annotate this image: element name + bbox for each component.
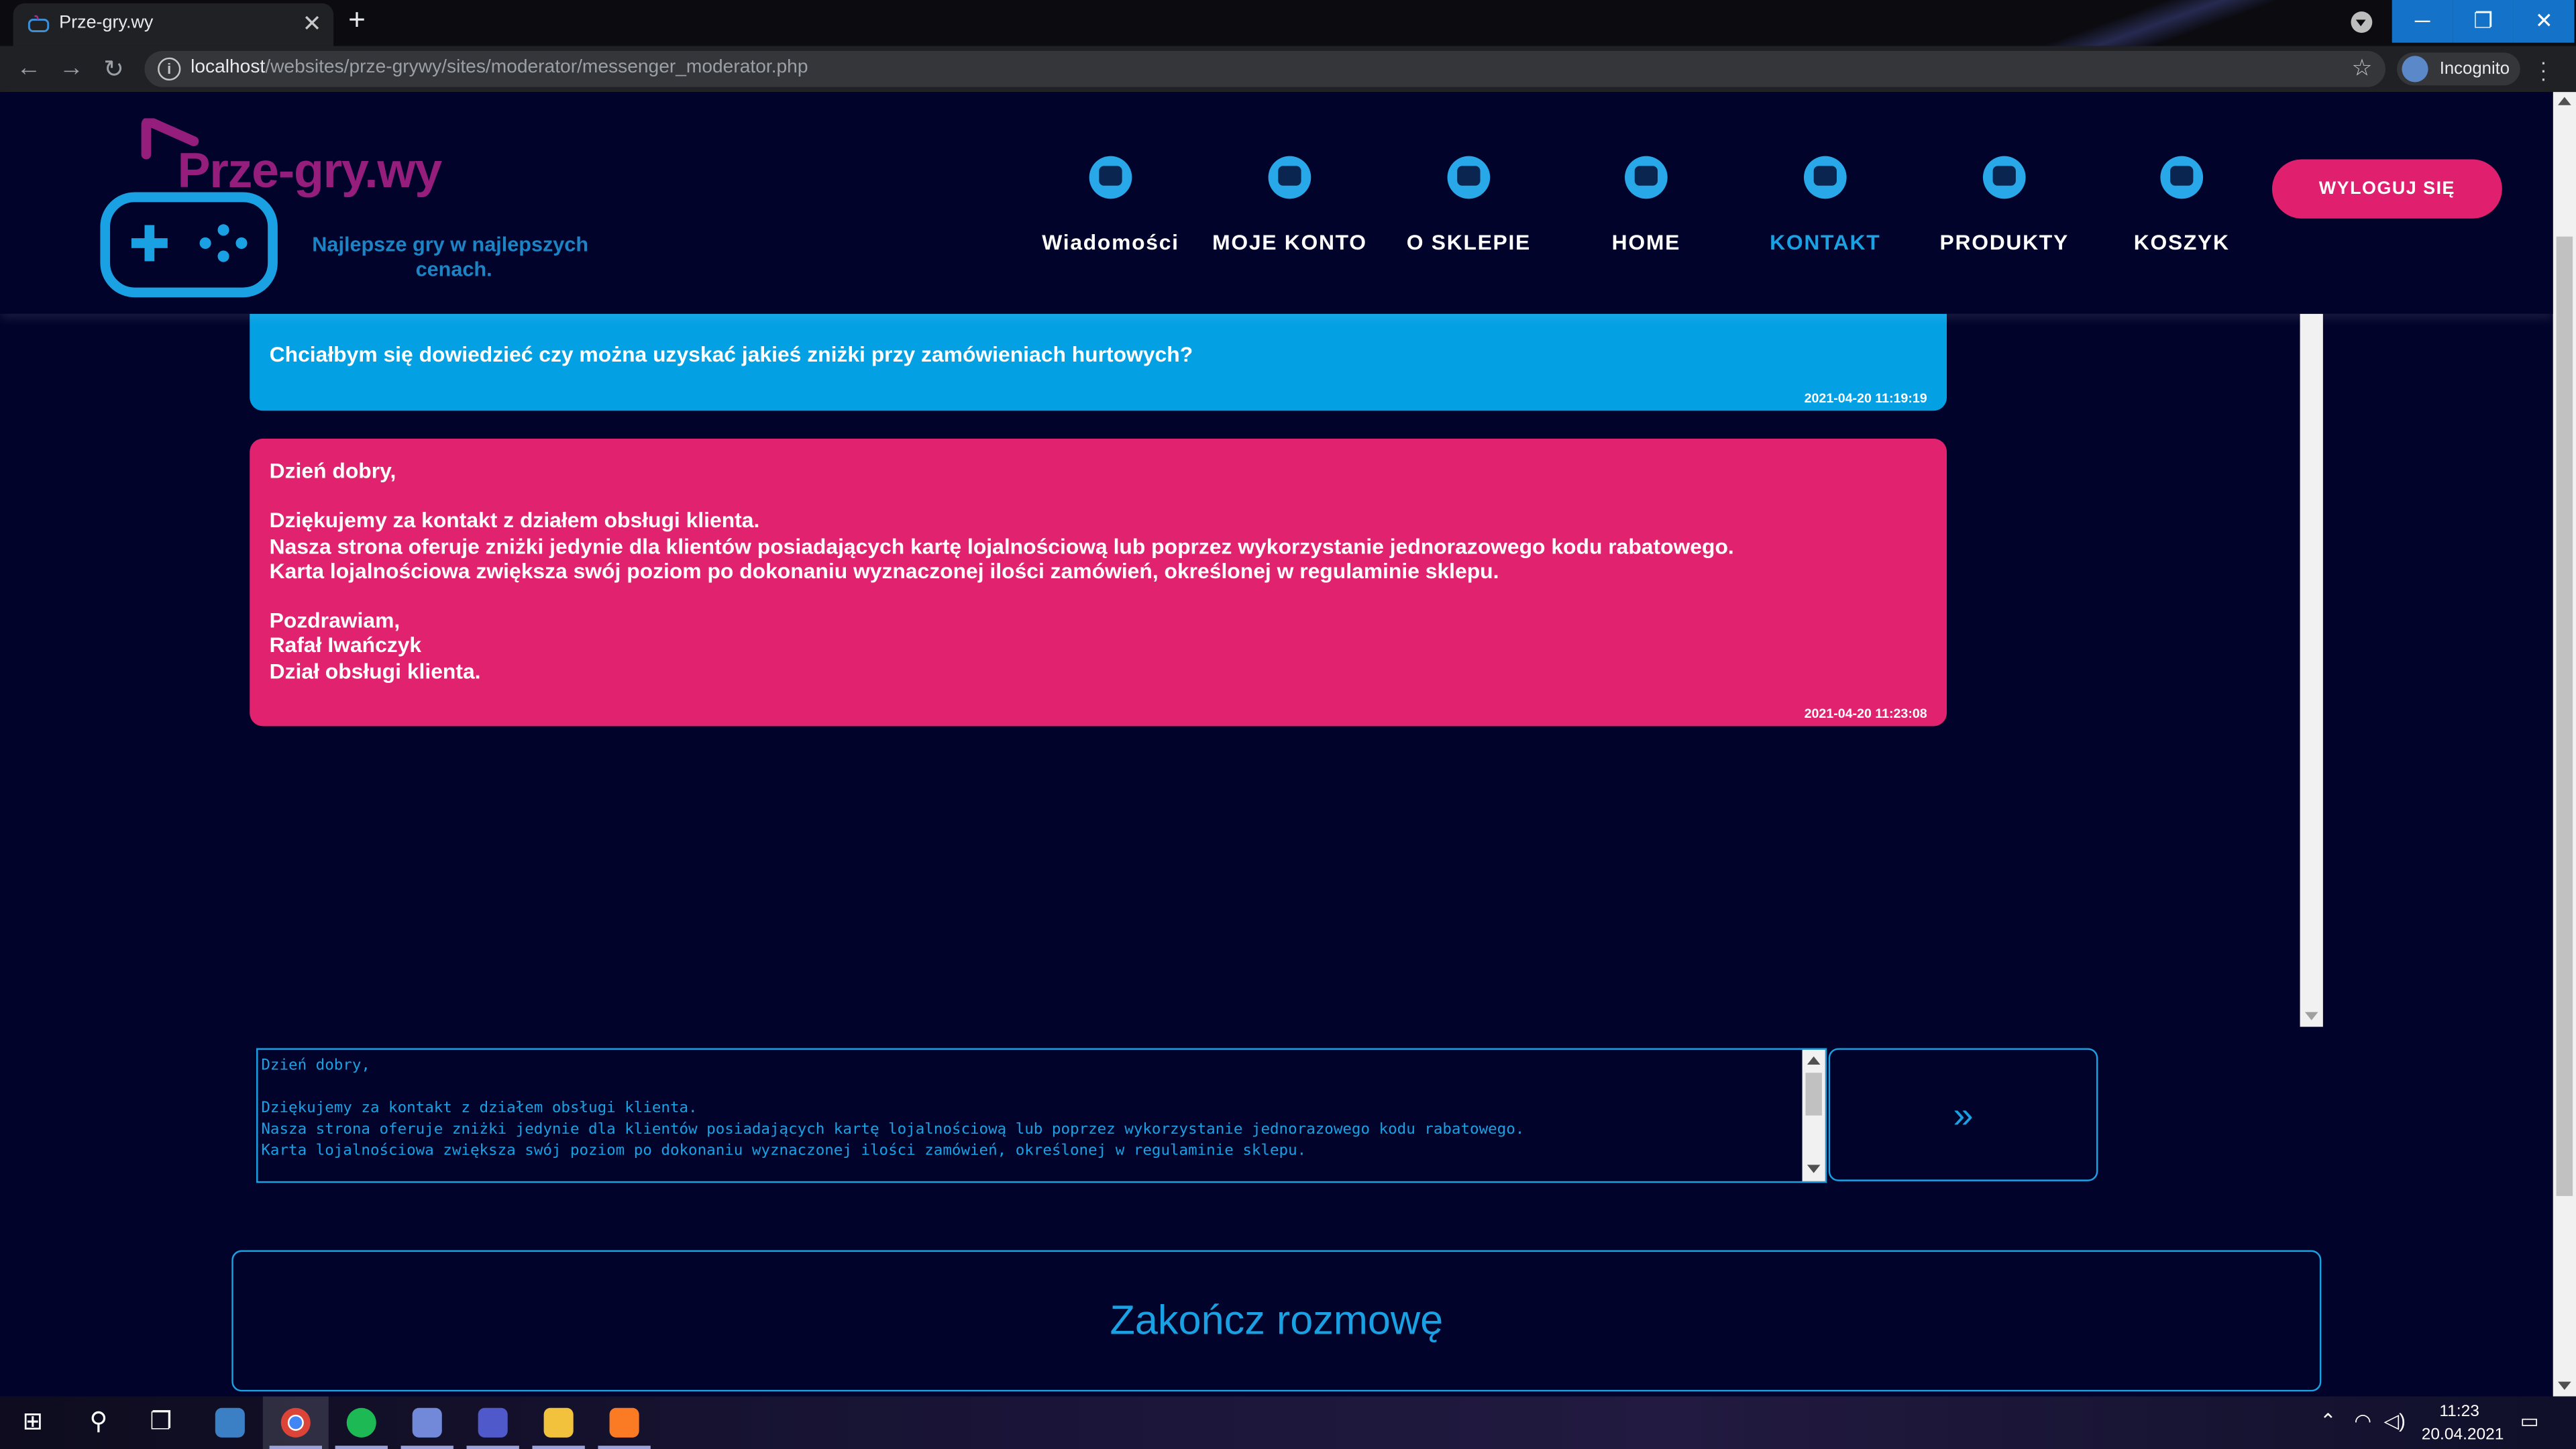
browser-toolbar: ← → ↻ i localhost/websites/prze-grywy/si…: [0, 46, 2576, 93]
chat-scrollbar[interactable]: [2300, 313, 2323, 1027]
window-restore-button[interactable]: ❐: [2453, 0, 2514, 43]
logo-tagline: Najlepsze gry w najlepszych: [312, 233, 589, 257]
message-input-text[interactable]: Dzień dobry, Dziękujemy za kontakt z dzi…: [261, 1055, 1799, 1179]
message-icon: [1089, 156, 1132, 199]
input-scroll-down-arrow-icon[interactable]: [1807, 1165, 1821, 1173]
nav-label: PRODUKTY: [1939, 229, 2069, 255]
notifications-icon[interactable]: ▭: [2520, 1409, 2539, 1432]
file-explorer-icon[interactable]: [526, 1397, 592, 1449]
site-info-icon[interactable]: i: [158, 57, 181, 80]
message-text: Dzień dobry, Dziękujemy za kontakt z dzi…: [269, 458, 1734, 683]
reload-icon[interactable]: ↻: [103, 54, 124, 84]
nav-products[interactable]: PRODUKTY: [1914, 156, 2094, 271]
address-bar[interactable]: i localhost/websites/prze-grywy/sites/mo…: [144, 50, 2385, 87]
taskbar-clock[interactable]: 11:23 20.04.2021: [2421, 1401, 2504, 1448]
incognito-icon: [2402, 56, 2428, 83]
nav-my-account[interactable]: MOJE KONTO: [1199, 156, 1380, 271]
nav-label: O SKLEPIE: [1406, 229, 1532, 255]
gamepad-icon: [1982, 156, 2026, 199]
address-url: localhost/websites/prze-grywy/sites/mode…: [191, 58, 808, 77]
site-header: Prze-gry.wy Najlepsze gry w najlepszych …: [0, 92, 2553, 314]
chat-scroll-down-arrow-icon[interactable]: [2304, 1012, 2318, 1020]
chat-message-user: Chciałbym się dowiedzieć czy można uzysk…: [250, 313, 1947, 411]
logo-wordmark: Prze-gry.wy: [177, 144, 442, 199]
clock-time: 11:23: [2439, 1403, 2479, 1421]
browser-tab-bar: Prze-gry.wy ✕ + ─ ❐ ✕: [0, 0, 2576, 46]
url-path: /websites/prze-grywy/sites/moderator/mes…: [265, 57, 808, 78]
tab-search-icon[interactable]: [2351, 11, 2373, 33]
forward-icon[interactable]: →: [59, 54, 84, 83]
nav-label: MOJE KONTO: [1212, 229, 1367, 255]
nav-label: KONTAKT: [1770, 229, 1881, 255]
windows-start-icon[interactable]: ⊞: [0, 1397, 66, 1449]
incognito-profile-button[interactable]: Incognito: [2397, 52, 2520, 86]
logout-button[interactable]: WYLOGUJ SIĘ: [2271, 159, 2502, 219]
message-timestamp: 2021-04-20 11:23:08: [1804, 706, 1927, 722]
xampp-icon[interactable]: [592, 1397, 657, 1449]
message-input[interactable]: Dzień dobry, Dziękujemy za kontakt z dzi…: [256, 1048, 1827, 1183]
network-icon[interactable]: ◠: [2354, 1409, 2371, 1432]
account-icon: [1268, 156, 1311, 199]
volume-icon[interactable]: ◁): [2383, 1409, 2405, 1432]
discord-icon[interactable]: [394, 1397, 460, 1449]
chat-message-moderator: Dzień dobry, Dziękujemy za kontakt z dzi…: [250, 438, 1947, 727]
search-icon[interactable]: ⚲: [66, 1397, 131, 1449]
screen: Prze-gry.wy ✕ + ─ ❐ ✕ ← → ↻ i localhost/…: [0, 0, 2576, 1449]
send-button[interactable]: »: [1828, 1048, 2098, 1181]
bookmark-star-icon[interactable]: ☆: [2352, 54, 2373, 83]
tab-title: Prze-gry.wy: [59, 13, 154, 33]
gamepad-favicon-icon: [28, 15, 50, 33]
url-host: localhost: [191, 57, 266, 78]
home-icon: [1625, 156, 1668, 199]
teams-icon[interactable]: [460, 1397, 526, 1449]
browser-menu-icon[interactable]: · · ·: [2540, 51, 2547, 89]
new-tab-button[interactable]: +: [348, 3, 366, 38]
message-input-scrollbar[interactable]: [1802, 1049, 1825, 1181]
nav-label: Wiadomości: [1042, 229, 1179, 255]
cart-icon: [2160, 156, 2204, 199]
browser-tab[interactable]: Prze-gry.wy ✕: [13, 3, 334, 46]
message-timestamp: 2021-04-20 11:19:19: [1804, 390, 1927, 406]
profile-label: Incognito: [2439, 59, 2510, 79]
contact-icon: [1803, 156, 1847, 199]
nav-label: KOSZYK: [2133, 229, 2230, 255]
nav-cart[interactable]: KOSZYK: [2092, 156, 2272, 271]
nav-messages[interactable]: Wiadomości: [1020, 156, 1201, 271]
unknown-app-icon[interactable]: [197, 1397, 263, 1449]
close-tab-icon[interactable]: ✕: [303, 10, 322, 38]
nav-contact[interactable]: KONTAKT: [1735, 156, 1915, 271]
site-logo[interactable]: Prze-gry.wy Najlepsze gry w najlepszych …: [95, 118, 621, 299]
tray-overflow-icon[interactable]: ⌃: [2320, 1409, 2337, 1432]
window-close-button[interactable]: ✕: [2513, 0, 2575, 43]
window-minimize-button[interactable]: ─: [2392, 0, 2453, 43]
input-scroll-up-arrow-icon[interactable]: [1807, 1056, 1821, 1065]
windows-taskbar: ⊞ ⚲ ❐ ⌃ ◠ ◁) 11:23 20.04.2021 ▭: [0, 1396, 2576, 1449]
spotify-icon[interactable]: [329, 1397, 394, 1449]
scroll-down-arrow-icon[interactable]: [2558, 1381, 2571, 1390]
clock-date: 20.04.2021: [2421, 1426, 2504, 1444]
about-icon: [1447, 156, 1491, 199]
logo-tagline-2: cenach.: [415, 258, 492, 281]
page-scrollbar-thumb[interactable]: [2556, 236, 2573, 1196]
back-icon[interactable]: ←: [16, 54, 41, 83]
input-scrollbar-thumb[interactable]: [1805, 1073, 1822, 1116]
nav-label: HOME: [1611, 229, 1681, 255]
page-scrollbar[interactable]: [2553, 92, 2576, 1397]
task-view-icon[interactable]: ❐: [128, 1397, 194, 1449]
tab-bar-background-streak: [1938, 0, 2383, 46]
end-conversation-button[interactable]: Zakończ rozmowę: [231, 1250, 2322, 1392]
nav-about[interactable]: O SKLEPIE: [1379, 156, 1559, 271]
message-text: Chciałbym się dowiedzieć czy można uzysk…: [269, 341, 1193, 367]
nav-home[interactable]: HOME: [1556, 156, 1736, 271]
chrome-icon[interactable]: [262, 1396, 329, 1449]
scroll-up-arrow-icon[interactable]: [2558, 97, 2571, 105]
